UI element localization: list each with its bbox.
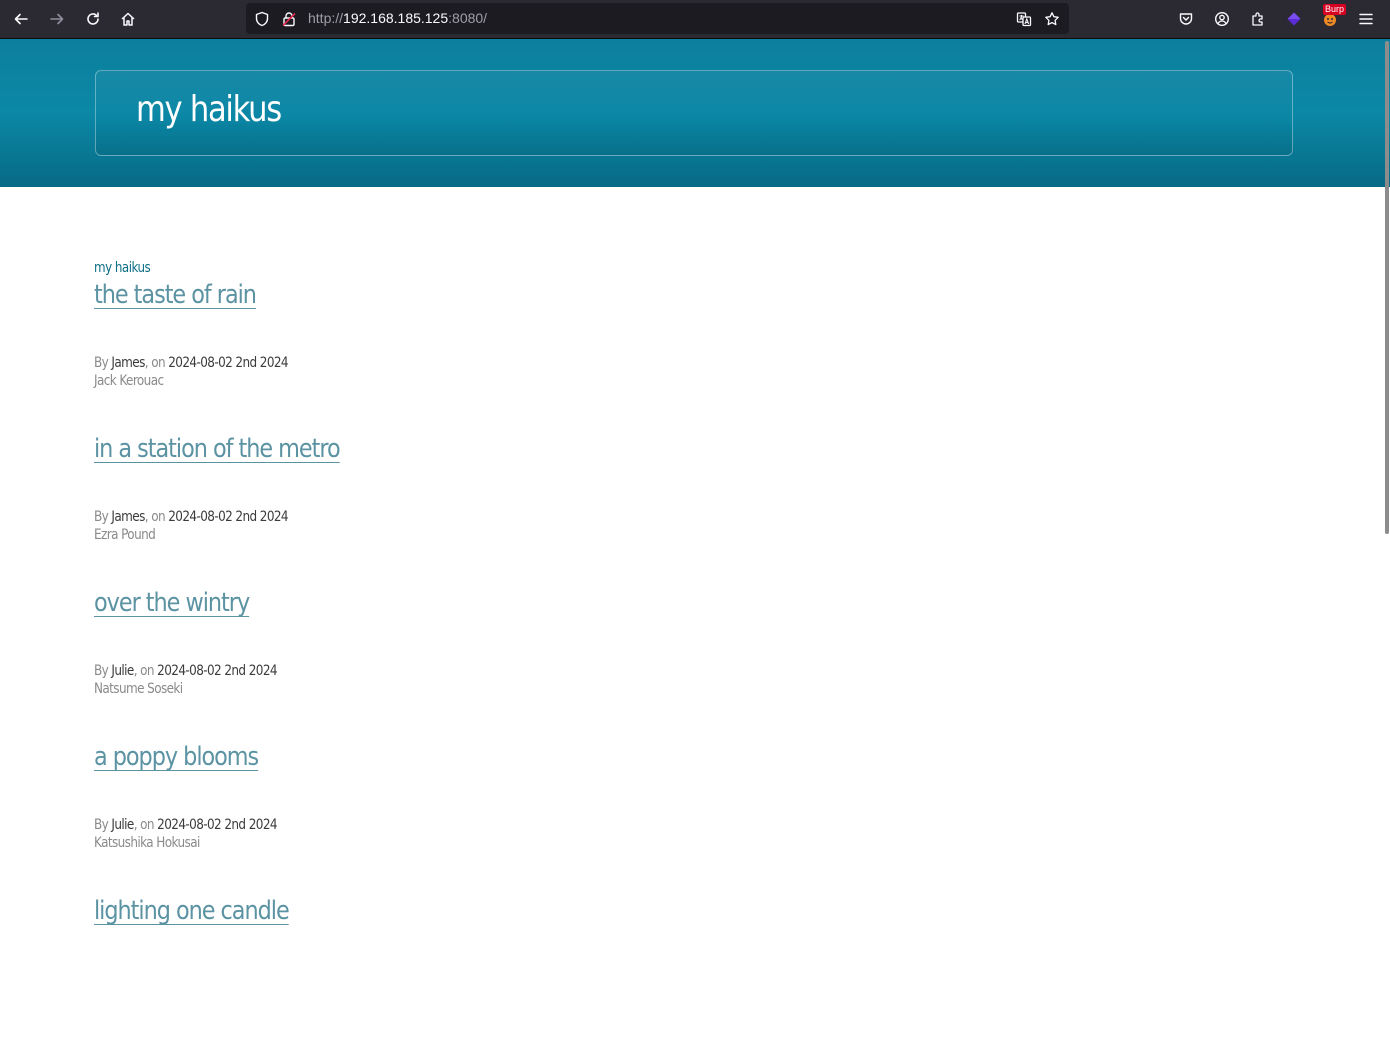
post-author: Jack Kerouac: [94, 373, 164, 389]
insecure-lock-icon[interactable]: [280, 10, 298, 28]
post-title-link[interactable]: in a station of the metro: [94, 432, 341, 466]
account-icon[interactable]: [1210, 7, 1234, 31]
site-title[interactable]: my haikus: [136, 89, 282, 130]
reload-icon[interactable]: [79, 5, 107, 33]
translate-icon[interactable]: [1015, 10, 1033, 28]
url-scheme: http://: [308, 10, 344, 26]
url-port-path: :8080/: [448, 10, 488, 26]
page-scrollbar-thumb[interactable]: [1385, 41, 1389, 534]
home-icon[interactable]: [114, 5, 142, 33]
url-host: 192.168.185.125: [343, 10, 449, 26]
header-box: my haikus: [95, 70, 1293, 156]
meta-on: , on: [144, 509, 169, 525]
post-date: 2024-08-02 2nd 2024: [157, 817, 277, 833]
url-bar[interactable]: http://192.168.185.125:8080/: [246, 3, 1069, 34]
meta-by: By: [94, 509, 112, 525]
meta-by: By: [94, 817, 112, 833]
post-item: lighting one candle: [94, 894, 1294, 1048]
post-author: Ezra Pound: [94, 527, 156, 543]
extension-cube-icon[interactable]: [1282, 7, 1306, 31]
post-item: over the wintry By Julie, on 2024-08-02 …: [94, 586, 1294, 740]
post-meta: By James, on 2024-08-02 2nd 2024: [94, 354, 289, 372]
post-user: Julie: [111, 817, 134, 833]
post-author: Katsushika Hokusai: [94, 835, 200, 851]
breadcrumb[interactable]: my haikus: [94, 258, 151, 278]
post-title-link[interactable]: lighting one candle: [94, 894, 290, 928]
site-header: my haikus: [0, 39, 1390, 187]
post-item: a poppy blooms By Julie, on 2024-08-02 2…: [94, 740, 1294, 894]
post-title-link[interactable]: a poppy blooms: [94, 740, 259, 774]
meta-by: By: [94, 355, 112, 371]
shield-icon[interactable]: [253, 10, 271, 28]
post-title-link[interactable]: the taste of rain: [94, 278, 257, 312]
extensions-icon[interactable]: [1246, 7, 1270, 31]
post-date: 2024-08-02 2nd 2024: [168, 509, 288, 525]
meta-on: , on: [133, 817, 158, 833]
browser-toolbar: http://192.168.185.125:8080/ Burp: [0, 0, 1390, 39]
post-user: James: [111, 355, 145, 371]
post-date: 2024-08-02 2nd 2024: [157, 663, 277, 679]
meta-by: By: [94, 663, 112, 679]
post-date: 2024-08-02 2nd 2024: [168, 355, 288, 371]
post-user: James: [111, 509, 145, 525]
meta-on: , on: [144, 355, 169, 371]
post-user: Julie: [111, 663, 134, 679]
post-author: Natsume Soseki: [94, 681, 183, 697]
post-meta: By Julie, on 2024-08-02 2nd 2024: [94, 816, 278, 834]
meta-on: , on: [133, 663, 158, 679]
post-list: my haikus the taste of rain By James, on…: [94, 258, 1294, 1048]
forward-icon[interactable]: [43, 5, 71, 33]
hamburger-menu-icon[interactable]: [1354, 7, 1378, 31]
back-icon[interactable]: [7, 5, 35, 33]
bookmark-star-icon[interactable]: [1043, 10, 1061, 28]
burp-badge: Burp: [1323, 4, 1347, 15]
pocket-icon[interactable]: [1174, 7, 1198, 31]
post-item: the taste of rain By James, on 2024-08-0…: [94, 278, 1294, 432]
post-item: in a station of the metro By James, on 2…: [94, 432, 1294, 586]
url-text[interactable]: http://192.168.185.125:8080/: [308, 10, 487, 27]
post-meta: By Julie, on 2024-08-02 2nd 2024: [94, 662, 278, 680]
post-title-link[interactable]: over the wintry: [94, 586, 250, 620]
post-meta: By James, on 2024-08-02 2nd 2024: [94, 508, 289, 526]
